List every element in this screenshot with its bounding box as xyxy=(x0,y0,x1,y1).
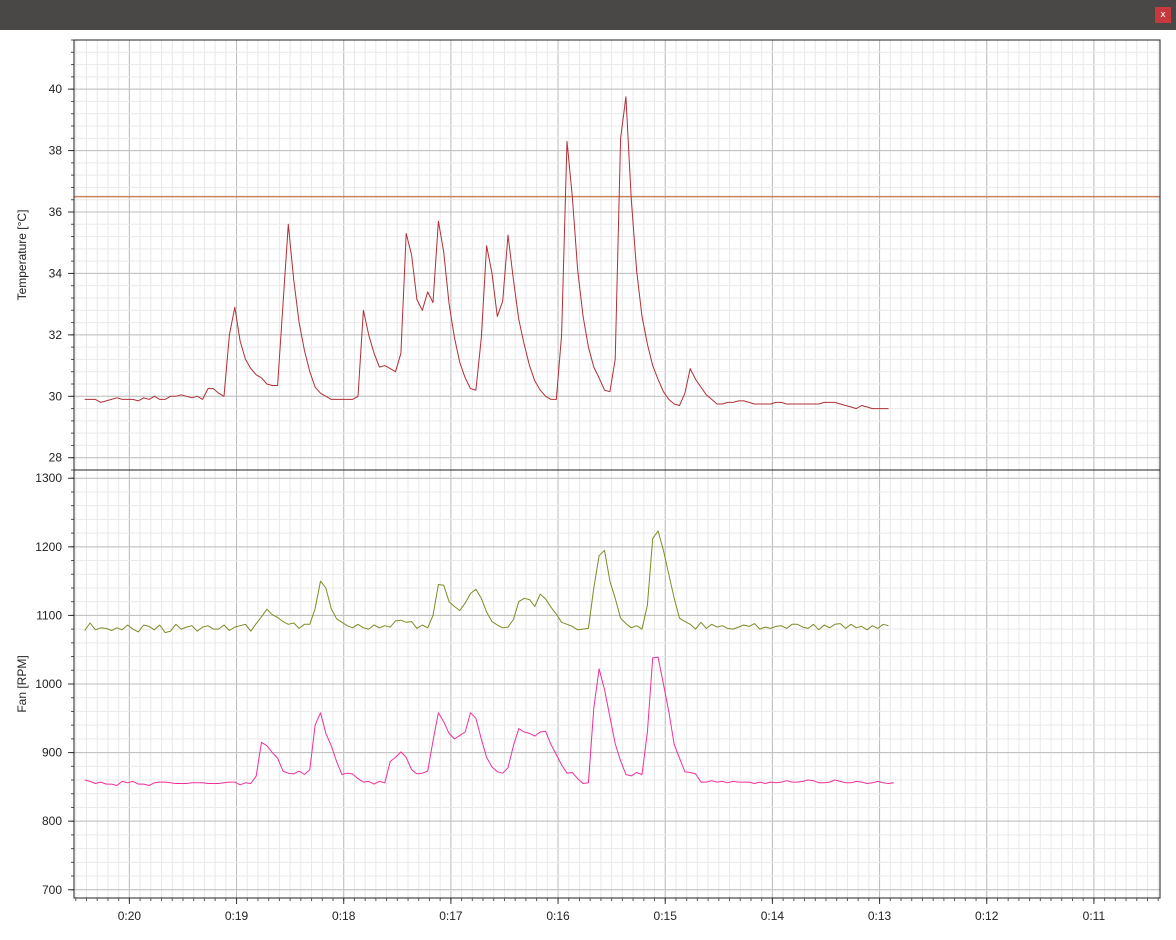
x-tick-label: 0:13 xyxy=(868,909,892,923)
y-tick-label: 1100 xyxy=(36,608,62,622)
x-tick-label: 0:14 xyxy=(761,909,785,923)
y-tick-label: 900 xyxy=(42,746,62,760)
x-tick-label: 0:18 xyxy=(332,909,356,923)
y-tick-label: 30 xyxy=(49,389,63,403)
y-tick-label: 34 xyxy=(49,266,63,280)
y-tick-label: 38 xyxy=(49,144,63,158)
chart-area: 28 30 32 34 36 38 40 Temperature [°C] 700 800 900 1… xyxy=(0,30,1176,936)
y-tick-label: 1300 xyxy=(35,471,62,485)
y-tick-label: 40 xyxy=(49,82,63,96)
x-tick-label: 0:15 xyxy=(654,909,678,923)
y-tick-label: 32 xyxy=(49,328,63,342)
x-tick-label: 0:17 xyxy=(439,909,463,923)
y-tick-label: 36 xyxy=(49,205,63,219)
y-tick-label: 1000 xyxy=(35,677,62,691)
y-axis-label: Temperature [°C] xyxy=(15,210,29,301)
sensor-chart: 28 30 32 34 36 38 40 Temperature [°C] 700 800 900 1… xyxy=(15,39,1161,923)
y-tick-label: 28 xyxy=(49,451,63,465)
x-tick-label: 0:19 xyxy=(225,909,249,923)
y-tick-label: 700 xyxy=(42,883,62,897)
y-tick-label: 800 xyxy=(42,814,62,828)
x-tick-label: 0:16 xyxy=(546,909,570,923)
y-axis-label: Fan [RPM] xyxy=(15,655,29,712)
close-button[interactable]: x xyxy=(1155,7,1171,23)
x-tick-label: 0:11 xyxy=(1083,909,1106,923)
x-tick-label: 0:20 xyxy=(118,909,142,923)
x-tick-label: 0:12 xyxy=(975,909,999,923)
title-bar: x xyxy=(0,0,1176,30)
y-tick-label: 1200 xyxy=(35,540,62,554)
